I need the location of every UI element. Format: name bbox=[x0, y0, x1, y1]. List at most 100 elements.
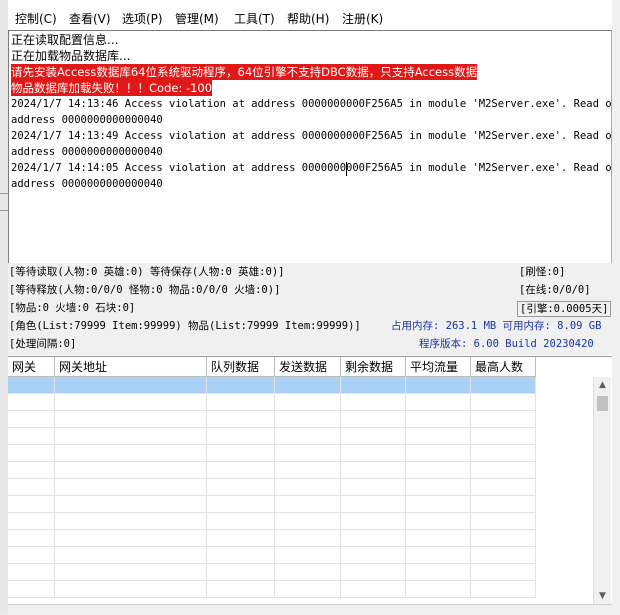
table-cell bbox=[275, 411, 341, 427]
table-row[interactable] bbox=[8, 581, 536, 598]
log-line: address 0000000000000040 bbox=[11, 178, 163, 190]
column-header[interactable]: 队列数据 bbox=[207, 357, 275, 377]
table-cell bbox=[8, 496, 55, 512]
table-cell bbox=[207, 394, 275, 410]
log-line: 2024/1/7 14:14:05 Access violation at ad… bbox=[11, 162, 612, 174]
table-cell bbox=[341, 581, 406, 597]
log-error-line: 请先安装Access数据库64位系统驱动程序，64位引擎不支持DBC数据，只支持… bbox=[11, 64, 478, 80]
table-cell bbox=[55, 377, 207, 393]
table-row[interactable] bbox=[8, 564, 536, 581]
table-cell bbox=[207, 547, 275, 563]
table-header: 网关 网关地址 队列数据 发送数据 剩余数据 平均流量 最高人数 bbox=[8, 357, 536, 377]
table-cell bbox=[275, 394, 341, 410]
column-header[interactable]: 网关地址 bbox=[55, 357, 207, 377]
table-cell bbox=[341, 530, 406, 546]
table-cell bbox=[207, 530, 275, 546]
table-row[interactable] bbox=[8, 513, 536, 530]
status-role: [角色(List:79999 Item:99999) 物品(List:79999… bbox=[9, 320, 361, 332]
gateway-table[interactable]: 网关 网关地址 队列数据 发送数据 剩余数据 平均流量 最高人数 ▲ ▼ bbox=[8, 356, 612, 605]
table-row[interactable] bbox=[8, 530, 536, 547]
status-refresh: [刷怪:0] bbox=[519, 266, 566, 278]
scroll-thumb[interactable] bbox=[597, 396, 608, 411]
table-cell bbox=[55, 411, 207, 427]
table-cell bbox=[275, 513, 341, 529]
table-row[interactable] bbox=[8, 428, 536, 445]
menu-options[interactable]: 选项(P) bbox=[122, 10, 163, 27]
table-cell bbox=[55, 581, 207, 597]
table-cell bbox=[8, 513, 55, 529]
status-engine: [引擎:0.0005天] bbox=[517, 301, 612, 317]
m2server-window: 控制(C) 查看(V) 选项(P) 管理(M) 工具(T) 帮助(H) 注册(K… bbox=[8, 0, 612, 615]
table-row[interactable] bbox=[8, 411, 536, 428]
table-cell bbox=[8, 394, 55, 410]
table-cell bbox=[471, 530, 536, 546]
table-cell bbox=[8, 428, 55, 444]
status-memory: 占用内存: 263.1 MB 可用内存: 8.09 GB bbox=[391, 320, 602, 332]
table-cell bbox=[341, 428, 406, 444]
background-window-edge bbox=[0, 0, 8, 614]
menu-control[interactable]: 控制(C) bbox=[15, 10, 57, 27]
table-cell bbox=[471, 564, 536, 580]
menu-tools[interactable]: 工具(T) bbox=[234, 10, 275, 27]
text-caret bbox=[346, 162, 347, 176]
log-error-line: 物品数据库加载失败！！！Code: -100 bbox=[11, 80, 213, 96]
scroll-down-icon[interactable]: ▼ bbox=[594, 588, 611, 605]
column-header[interactable]: 网关 bbox=[8, 357, 55, 377]
table-cell bbox=[55, 462, 207, 478]
table-row[interactable] bbox=[8, 394, 536, 411]
table-row[interactable] bbox=[8, 445, 536, 462]
table-row[interactable] bbox=[8, 547, 536, 564]
column-header[interactable]: 剩余数据 bbox=[341, 357, 406, 377]
table-cell bbox=[55, 479, 207, 495]
table-cell bbox=[275, 445, 341, 461]
table-cell bbox=[471, 547, 536, 563]
table-cell bbox=[471, 411, 536, 427]
table-cell bbox=[275, 530, 341, 546]
table-cell bbox=[55, 547, 207, 563]
table-cell bbox=[406, 530, 471, 546]
vertical-scrollbar[interactable]: ▲ ▼ bbox=[593, 377, 611, 605]
menu-help[interactable]: 帮助(H) bbox=[287, 10, 329, 27]
column-header[interactable]: 发送数据 bbox=[275, 357, 341, 377]
edge-divider bbox=[0, 210, 8, 211]
menu-register[interactable]: 注册(K) bbox=[342, 10, 383, 27]
status-online: [在线:0/0/0] bbox=[519, 284, 591, 296]
table-cell bbox=[471, 513, 536, 529]
log-line: 2024/1/7 14:13:46 Access violation at ad… bbox=[11, 98, 612, 110]
table-cell bbox=[406, 513, 471, 529]
menu-manage[interactable]: 管理(M) bbox=[175, 10, 219, 27]
status-items: [物品:0 火墙:0 石块:0] bbox=[9, 302, 136, 314]
table-cell bbox=[55, 530, 207, 546]
status-wait-release: [等待释放(人物:0/0/0 怪物:0 物品:0/0/0 火墙:0)] bbox=[9, 284, 281, 296]
status-process-interval: [处理间隔:0] bbox=[9, 338, 77, 350]
table-cell bbox=[341, 513, 406, 529]
table-cell bbox=[55, 428, 207, 444]
column-header[interactable]: 最高人数 bbox=[471, 357, 536, 377]
table-cell bbox=[406, 564, 471, 580]
table-row[interactable] bbox=[8, 479, 536, 496]
table-cell bbox=[55, 513, 207, 529]
scroll-up-icon[interactable]: ▲ bbox=[594, 377, 611, 394]
table-cell bbox=[406, 547, 471, 563]
menu-view[interactable]: 查看(V) bbox=[69, 10, 111, 27]
table-cell bbox=[8, 411, 55, 427]
table-row[interactable] bbox=[8, 496, 536, 513]
table-cell bbox=[55, 496, 207, 512]
table-cell bbox=[55, 394, 207, 410]
table-cell bbox=[207, 411, 275, 427]
log-output[interactable]: 正在读取配置信息... 正在加载物品数据库... 请先安装Access数据库64… bbox=[8, 30, 612, 264]
table-cell bbox=[406, 496, 471, 512]
table-cell bbox=[275, 581, 341, 597]
table-cell bbox=[471, 394, 536, 410]
table-cell bbox=[406, 445, 471, 461]
log-line: 正在加载物品数据库... bbox=[11, 49, 131, 63]
table-cell bbox=[471, 496, 536, 512]
column-header[interactable]: 平均流量 bbox=[406, 357, 471, 377]
table-cell bbox=[406, 411, 471, 427]
table-cell bbox=[207, 513, 275, 529]
table-row[interactable] bbox=[8, 462, 536, 479]
table-cell bbox=[275, 547, 341, 563]
table-row-selected[interactable] bbox=[8, 377, 536, 394]
table-cell bbox=[8, 581, 55, 597]
table-cell bbox=[275, 479, 341, 495]
